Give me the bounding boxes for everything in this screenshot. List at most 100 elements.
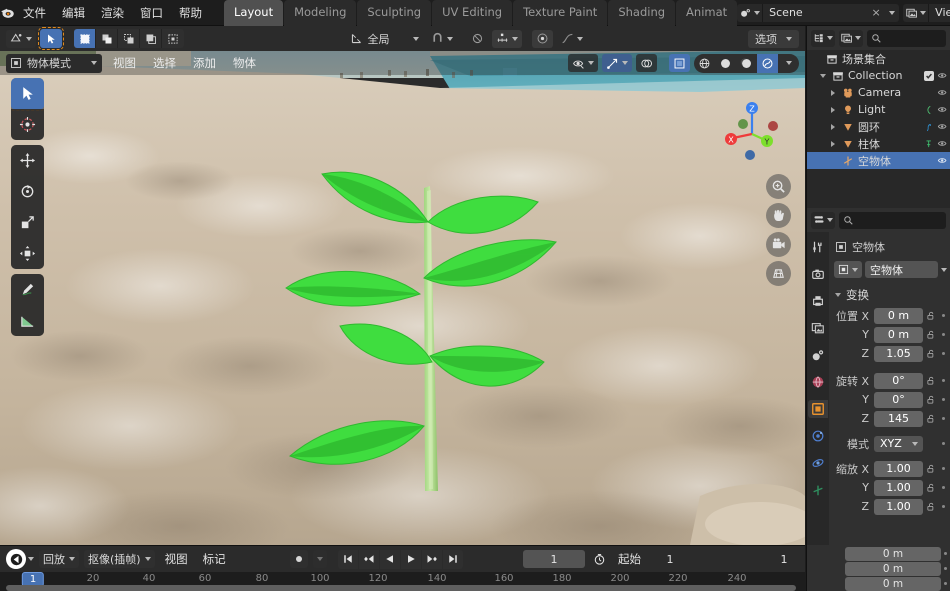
bottom-field-1[interactable]: 0 m	[845, 546, 941, 561]
object-id-type-dropdown[interactable]	[834, 261, 862, 278]
play-reverse-icon[interactable]	[380, 549, 401, 569]
scene-unlink-button[interactable]: ×	[868, 3, 885, 22]
subtract-select-icon[interactable]	[118, 29, 140, 48]
viewport-menu-view[interactable]: 视图	[107, 53, 142, 73]
transform-tool[interactable]	[11, 238, 44, 269]
cursor-tool[interactable]	[11, 109, 44, 140]
move-tool[interactable]	[11, 145, 44, 176]
transform-orientation-dropdown[interactable]: 全局	[346, 30, 423, 48]
collection-expander[interactable]	[819, 73, 827, 78]
viewport-options-button[interactable]: 选项	[748, 29, 799, 48]
animate-dot-icon[interactable]	[939, 333, 948, 336]
scale-y-field[interactable]: 1.00	[874, 479, 923, 496]
animate-dot-icon[interactable]	[939, 314, 948, 317]
view-layer-images-icon[interactable]	[808, 319, 828, 337]
ortho-persp-icon[interactable]	[766, 261, 791, 286]
object-id-caret[interactable]	[941, 267, 947, 272]
measure-tool[interactable]	[11, 305, 44, 336]
tab-uv-editing[interactable]: UV Editing	[432, 0, 513, 26]
scene-new-button[interactable]	[884, 3, 900, 22]
object-square-icon[interactable]	[808, 400, 828, 418]
scene-cone-icon[interactable]	[808, 346, 828, 364]
collection-hide-icon[interactable]	[937, 70, 948, 81]
rotate-tool[interactable]	[11, 176, 44, 207]
location-z-field[interactable]: 1.05	[874, 345, 923, 362]
shading-mode-group[interactable]	[694, 53, 799, 73]
menu-render[interactable]: 渲染	[93, 2, 132, 24]
rotation-y-field[interactable]: 0°	[874, 391, 923, 408]
animate-dot-icon[interactable]	[939, 398, 948, 401]
unlocked-padlock-icon[interactable]	[923, 376, 939, 386]
jump-start-icon[interactable]	[338, 549, 359, 569]
unlocked-padlock-icon[interactable]	[923, 464, 939, 474]
filter-icon[interactable]	[839, 29, 863, 47]
start-frame-value[interactable]: 1	[651, 553, 689, 566]
torus-hide-icon[interactable]	[937, 121, 948, 132]
menu-edit[interactable]: 编辑	[54, 2, 93, 24]
output-printer-icon[interactable]	[808, 292, 828, 310]
location-x-field[interactable]: 0 m	[874, 307, 923, 324]
extend-select-icon[interactable]	[96, 29, 118, 48]
light-data-green-icon[interactable]	[924, 105, 934, 115]
menu-window[interactable]: 窗口	[132, 2, 171, 24]
current-frame-field[interactable]: 1	[523, 550, 585, 568]
solid-icon[interactable]	[715, 54, 736, 73]
bottom-field-2[interactable]: 0 m	[845, 561, 941, 576]
viewport-canvas[interactable]	[0, 26, 805, 545]
torus-modifier-icon[interactable]	[924, 122, 934, 132]
viewport-menu-object[interactable]: 物体	[227, 53, 262, 73]
play-icon[interactable]	[401, 549, 422, 569]
prev-keyframe-icon[interactable]	[359, 549, 380, 569]
auto-keying-button[interactable]	[290, 550, 309, 568]
animate-dot-icon[interactable]	[939, 442, 948, 445]
snap-toggle-button[interactable]	[427, 30, 457, 48]
outliner-row-cylinder[interactable]: 柱体	[807, 135, 950, 152]
timeline-ruler[interactable]: 20 40 60 80 100 120 140 160 180 200 220 …	[0, 572, 805, 591]
cylinder-modifier-icon[interactable]	[924, 139, 934, 149]
scene-selector[interactable]: Scene ×	[737, 3, 900, 22]
view-axis-gizmo[interactable]: Z X Y	[721, 98, 783, 160]
animate-dot-icon[interactable]	[939, 467, 948, 470]
tab-modeling[interactable]: Modeling	[284, 0, 357, 26]
outliner-row-empty[interactable]: 空物体	[807, 152, 950, 169]
scale-z-field[interactable]: 1.00	[874, 498, 923, 515]
timeline-editor-icon[interactable]	[6, 549, 26, 569]
gizmo-icon[interactable]	[602, 54, 632, 72]
view-layer-name[interactable]: View Layer	[929, 3, 950, 22]
active-tool-button[interactable]	[38, 27, 64, 50]
tweak-tool[interactable]	[11, 78, 44, 111]
invert-select-icon[interactable]	[140, 29, 162, 48]
editor-type-icon[interactable]	[6, 29, 36, 48]
intersect-select-icon[interactable]	[162, 29, 184, 48]
blender-logo-icon[interactable]	[0, 0, 15, 26]
proportional-edit-icon[interactable]	[531, 29, 553, 48]
light-hide-icon[interactable]	[937, 104, 948, 115]
timeline-editor-type[interactable]	[6, 549, 34, 569]
rendered-icon[interactable]	[757, 53, 778, 73]
tweak-cursor-icon[interactable]	[40, 29, 62, 48]
unlocked-padlock-icon[interactable]	[923, 395, 939, 405]
scale-x-field[interactable]: 1.00	[874, 460, 923, 477]
timeline-scrollbar[interactable]	[6, 585, 796, 591]
wireframe-icon[interactable]	[694, 54, 715, 73]
bottom-field-3[interactable]: 0 m	[845, 576, 941, 591]
tab-texture-paint[interactable]: Texture Paint	[513, 0, 608, 26]
outliner-row-camera[interactable]: Camera	[807, 84, 950, 101]
animate-dot-icon[interactable]	[939, 505, 948, 508]
menu-file[interactable]: 文件	[15, 2, 54, 24]
light-expander[interactable]	[829, 106, 837, 113]
unlocked-padlock-icon[interactable]	[923, 311, 939, 321]
object-mode-dropdown[interactable]: 物体模式	[6, 53, 102, 73]
xray-icon[interactable]	[669, 54, 690, 72]
jump-end-icon[interactable]	[443, 549, 464, 569]
select-mode-group[interactable]	[74, 29, 184, 48]
snap-increment-icon[interactable]	[491, 29, 522, 48]
tab-shading[interactable]: Shading	[608, 0, 676, 26]
tool-wrench-icon[interactable]	[808, 238, 828, 256]
clock-icon[interactable]	[590, 553, 608, 566]
end-frame-value[interactable]: 1	[769, 553, 799, 566]
camera-view-icon[interactable]	[766, 232, 791, 257]
viewport-menu-add[interactable]: 添加	[187, 53, 222, 73]
animate-dot-icon[interactable]	[939, 486, 948, 489]
material-preview-icon[interactable]	[736, 54, 757, 73]
